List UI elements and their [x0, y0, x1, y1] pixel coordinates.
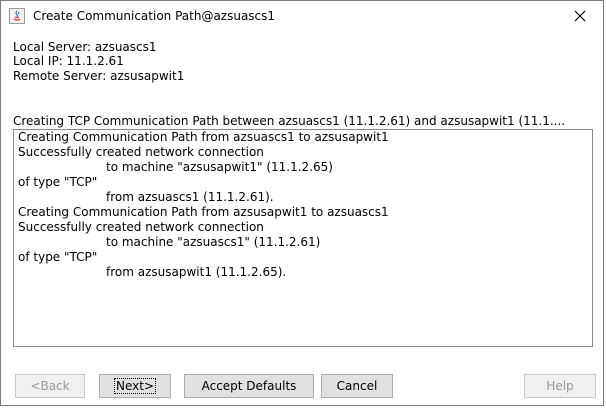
log-line: to machine "azsuascs1" (11.1.2.61) — [106, 235, 321, 249]
help-button-label: Help — [546, 379, 574, 393]
title-bar[interactable]: Create Communication Path@azsuascs1 — [1, 1, 603, 31]
window-title: Create Communication Path@azsuascs1 — [33, 9, 276, 23]
log-line: to machine "azsusapwit1" (11.1.2.65) — [106, 160, 333, 174]
log-line: of type "TCP" — [18, 175, 98, 189]
log-line: Successfully created network connection — [18, 145, 264, 159]
log-line: from azsuascs1 (11.1.2.61). — [106, 190, 274, 204]
cancel-button-label: Cancel — [336, 379, 378, 393]
next-button[interactable]: Next> — [99, 374, 171, 398]
cancel-button[interactable]: Cancel — [321, 374, 393, 398]
log-line: Creating Communication Path from azsuasc… — [18, 130, 389, 144]
accept-defaults-button[interactable]: Accept Defaults — [184, 374, 314, 398]
log-line: of type "TCP" — [18, 250, 98, 264]
back-button-label: <Back — [30, 379, 70, 393]
local-ip-label: Local IP: 11.1.2.61 — [13, 54, 124, 68]
accept-defaults-label: Accept Defaults — [201, 379, 297, 393]
status-header: Creating TCP Communication Path between … — [13, 114, 566, 128]
log-line: from azsusapwit1 (11.1.2.65). — [106, 265, 287, 279]
help-button[interactable]: Help — [524, 374, 596, 398]
close-button[interactable] — [557, 1, 603, 31]
local-server-label: Local Server: azsuascs1 — [13, 40, 157, 54]
remote-server-label: Remote Server: azsusapwit1 — [13, 69, 185, 83]
log-line: Creating Communication Path from azsusap… — [18, 205, 389, 219]
log-line: Successfully created network connection — [18, 220, 264, 234]
back-button[interactable]: <Back — [15, 374, 85, 398]
log-text-area[interactable]: Creating Communication Path from azsuasc… — [13, 129, 593, 347]
next-button-label: Next> — [113, 378, 156, 394]
dialog-content: Local Server: azsuascs1 Local IP: 11.1.2… — [1, 31, 603, 407]
dialog-window: Create Communication Path@azsuascs1 Loca… — [0, 0, 604, 406]
close-icon — [574, 10, 586, 22]
java-icon — [9, 8, 25, 24]
